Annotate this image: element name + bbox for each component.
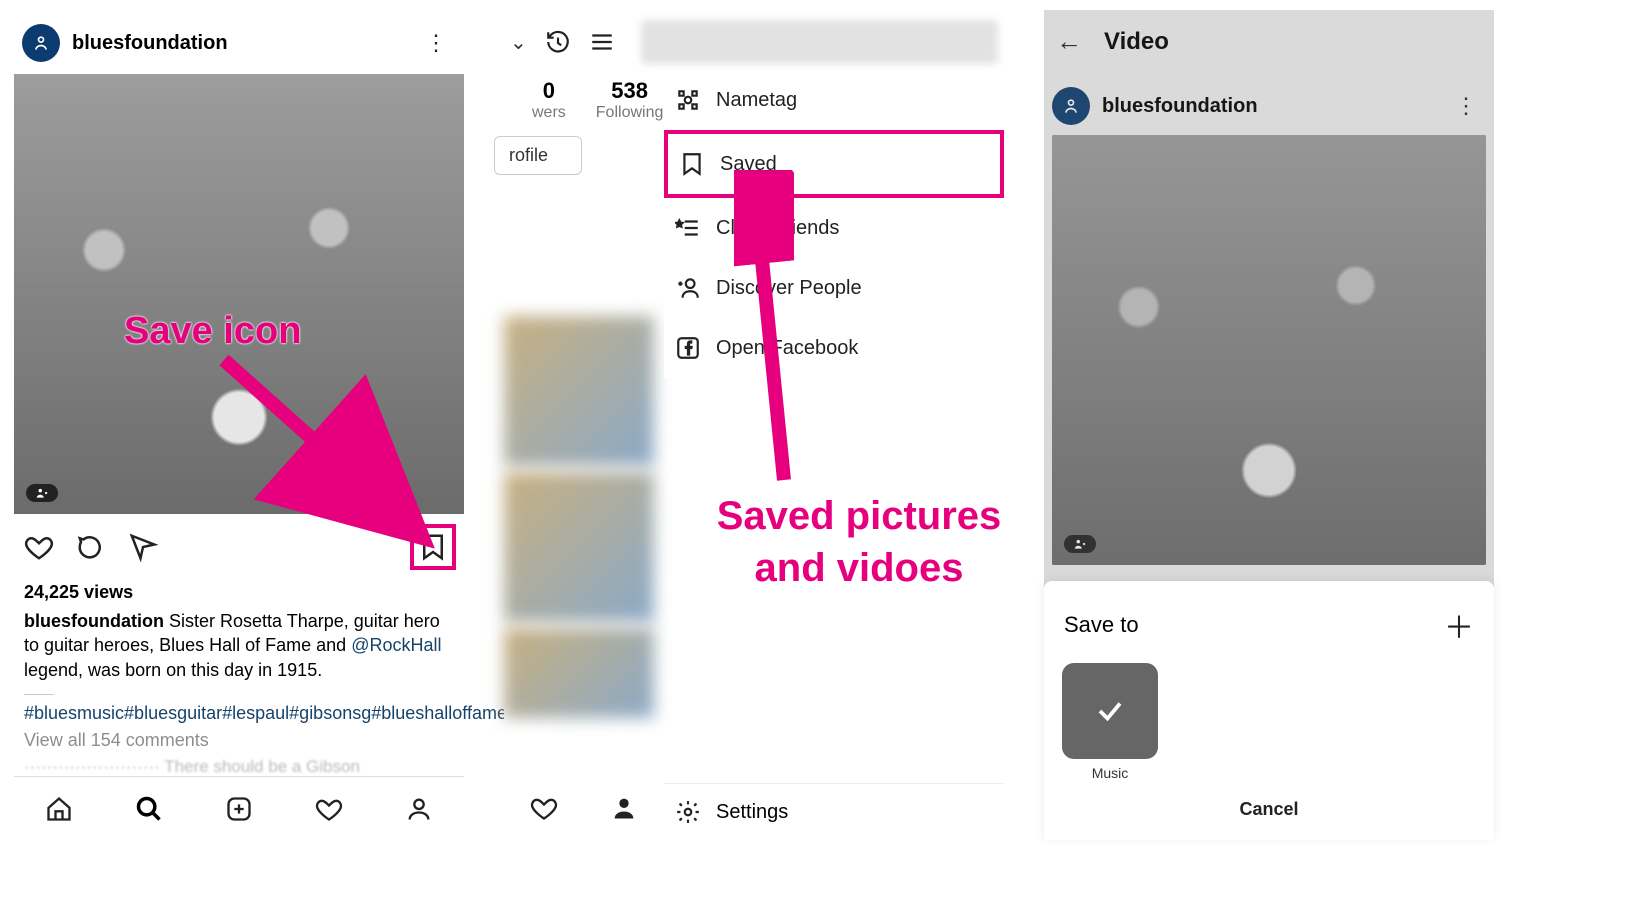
- post-actions: [14, 514, 464, 580]
- menu-label: Discover People: [716, 277, 862, 300]
- share-icon[interactable]: [126, 530, 160, 564]
- divider: [24, 694, 54, 695]
- add-post-icon[interactable]: [224, 794, 254, 824]
- menu-saved[interactable]: Saved: [664, 130, 1004, 198]
- collection-item[interactable]: Music: [1062, 663, 1476, 781]
- caption-username[interactable]: bluesfoundation: [24, 611, 164, 631]
- comment-icon[interactable]: [74, 530, 108, 564]
- bookmark-icon: [678, 150, 706, 178]
- post-header: bluesfoundation ⋮: [14, 10, 464, 74]
- panel-instagram-post: bluesfoundation ⋮ Save icon: [14, 10, 464, 840]
- save-to-row: Save to ＋: [1062, 593, 1476, 657]
- menu-label: Settings: [716, 801, 788, 824]
- bottom-tabs-partial: [504, 776, 664, 840]
- collection-thumb: [1062, 663, 1158, 759]
- menu-label: Nametag: [716, 89, 797, 112]
- collection-label: Music: [1062, 765, 1158, 781]
- grid-thumb[interactable]: [504, 472, 654, 622]
- panel-profile-menu: ⌄ 0wers 538Following rofile Nametag: [504, 10, 1004, 840]
- add-person-icon: [674, 274, 702, 302]
- followers-stat[interactable]: 0wers: [532, 78, 566, 122]
- facebook-icon: [674, 334, 702, 362]
- post-username[interactable]: bluesfoundation: [72, 32, 416, 55]
- blurred-username: [641, 20, 998, 64]
- mention-link[interactable]: @RockHall: [351, 635, 441, 655]
- view-count[interactable]: 24,225 views: [14, 580, 464, 605]
- activity-icon[interactable]: [529, 793, 559, 823]
- list-star-icon: [674, 214, 702, 242]
- menu-open-facebook[interactable]: Open Facebook: [664, 318, 1004, 378]
- more-icon[interactable]: ⋮: [416, 30, 456, 56]
- profile-icon[interactable]: [404, 794, 434, 824]
- edit-profile-button[interactable]: rofile: [494, 136, 582, 175]
- home-icon[interactable]: [44, 794, 74, 824]
- post-caption: bluesfoundation Sister Rosetta Tharpe, g…: [14, 605, 464, 686]
- save-to-sheet: Save to ＋ Music Cancel: [1044, 581, 1494, 840]
- add-collection-icon[interactable]: ＋: [1444, 603, 1474, 647]
- profile-icon[interactable]: [609, 793, 639, 823]
- grid-thumb[interactable]: [504, 628, 654, 718]
- menu-discover-people[interactable]: Discover People: [664, 258, 1004, 318]
- hashtags[interactable]: #bluesmusic#bluesguitar#lespaul#gibsonsg…: [14, 703, 464, 724]
- menu-icon[interactable]: [589, 29, 615, 55]
- profile-grid: [504, 310, 664, 724]
- post-image[interactable]: [14, 74, 464, 514]
- gear-icon: [674, 798, 702, 826]
- page-title: Video: [1104, 28, 1169, 56]
- save-to-label: Save to: [1064, 612, 1139, 638]
- archive-icon[interactable]: [545, 29, 571, 55]
- post-image[interactable]: [1052, 135, 1486, 565]
- side-menu: Nametag Saved Close Friends Discover Peo…: [664, 70, 1004, 378]
- chevron-down-icon[interactable]: ⌄: [510, 30, 527, 55]
- grid-thumb[interactable]: [504, 316, 654, 466]
- save-icon[interactable]: [416, 530, 450, 564]
- back-icon[interactable]: ←: [1056, 26, 1082, 57]
- menu-settings[interactable]: Settings: [664, 783, 1004, 840]
- activity-icon[interactable]: [314, 794, 344, 824]
- panel-save-to: ← Video bluesfoundation ⋮ Save to ＋: [1044, 10, 1494, 840]
- post-username[interactable]: bluesfoundation: [1102, 95, 1446, 118]
- profile-top: ⌄: [504, 10, 1004, 74]
- tagged-people-icon[interactable]: [26, 484, 58, 502]
- avatar[interactable]: [22, 24, 60, 62]
- video-header: ← Video: [1044, 10, 1494, 73]
- more-icon[interactable]: ⋮: [1446, 93, 1486, 119]
- like-icon[interactable]: [22, 530, 56, 564]
- comment-preview: ························ There should be…: [14, 757, 464, 777]
- nametag-icon: [674, 86, 702, 114]
- tagged-people-icon[interactable]: [1064, 535, 1096, 553]
- post-header: bluesfoundation ⋮: [1044, 77, 1494, 135]
- view-all-comments[interactable]: View all 154 comments: [14, 724, 464, 757]
- annotation-saved-text: Saved pictures and vidoes: [714, 490, 1004, 594]
- avatar[interactable]: [1052, 87, 1090, 125]
- search-icon[interactable]: [134, 794, 164, 824]
- following-stat[interactable]: 538Following: [596, 78, 664, 122]
- cancel-button[interactable]: Cancel: [1062, 781, 1476, 824]
- bottom-nav: [14, 776, 464, 840]
- menu-nametag[interactable]: Nametag: [664, 70, 1004, 130]
- menu-label: Close Friends: [716, 217, 839, 240]
- annotation-highlight: [410, 524, 456, 570]
- menu-label: Open Facebook: [716, 337, 858, 360]
- menu-close-friends[interactable]: Close Friends: [664, 198, 1004, 258]
- menu-label: Saved: [720, 153, 777, 176]
